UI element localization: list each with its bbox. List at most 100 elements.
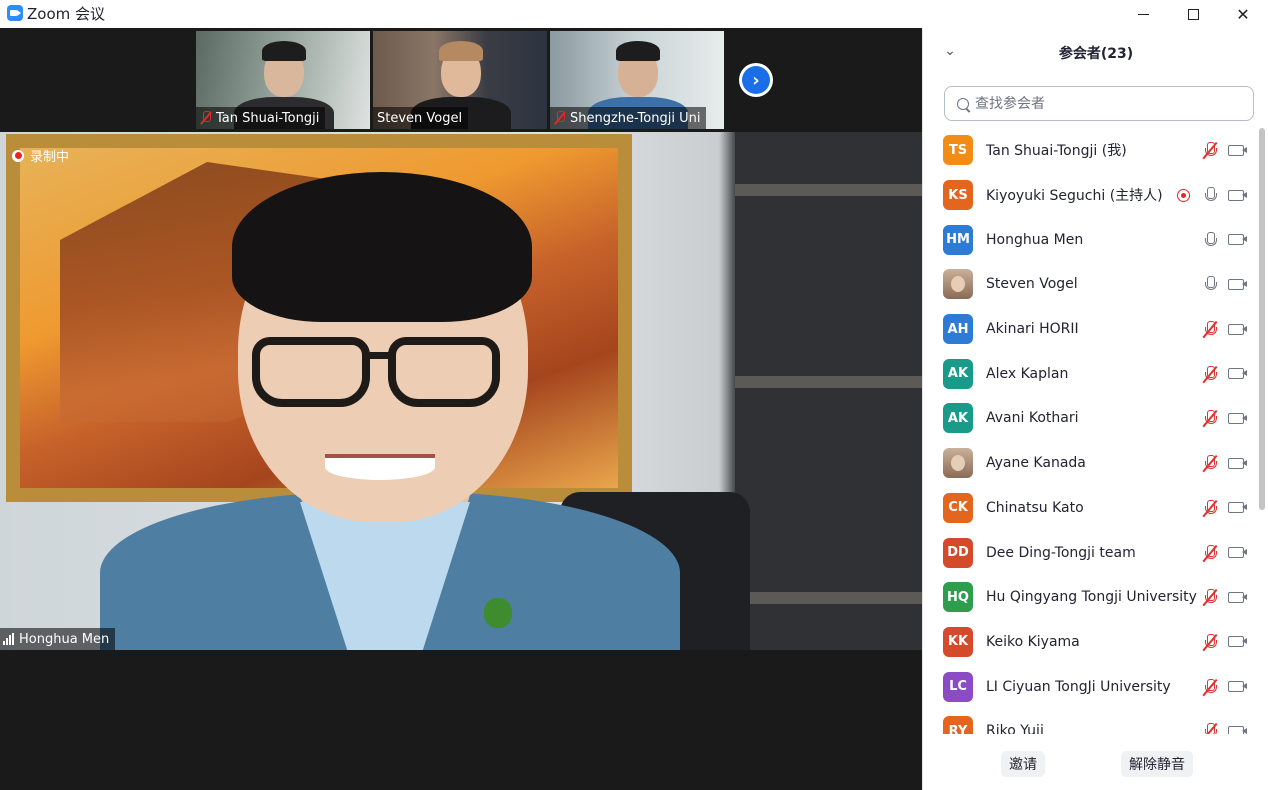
participant-name: Tan Shuai-Tongji (我) [986, 143, 1127, 160]
speaker-name-tag: Honghua Men [0, 628, 116, 650]
avatar: TS [943, 135, 973, 166]
participant-row[interactable]: TS Tan Shuai-Tongji (我) [923, 128, 1257, 173]
avatar: KK [943, 626, 973, 657]
mic-muted-icon[interactable] [1202, 678, 1218, 696]
thumbnail-name: Shengzhe-Tongji Uni [570, 110, 701, 126]
mic-icon[interactable] [1203, 186, 1217, 204]
participant-row[interactable]: Ayane Kanada [923, 441, 1257, 486]
mic-icon[interactable] [1203, 275, 1217, 293]
video-thumbnail[interactable]: Steven Vogel [373, 31, 547, 129]
maximize-icon [1187, 8, 1199, 20]
camera-icon[interactable] [1228, 189, 1247, 201]
participant-name: Hu Qingyang Tongji University [986, 589, 1197, 606]
participant-row[interactable]: HQ Hu Qingyang Tongji University [923, 575, 1257, 620]
participants-panel: ⌄ 参会者(23) TSTan Shuai-Tongji (我)KSKiyoyu… [922, 28, 1268, 790]
thumbnail-name: Steven Vogel [377, 110, 463, 126]
close-icon: ✕ [1236, 4, 1250, 24]
mic-muted-icon[interactable] [1202, 544, 1218, 562]
mic-icon[interactable] [1203, 231, 1217, 249]
unmute-all-button[interactable]: 解除静音 [1121, 751, 1193, 777]
mic-muted-icon[interactable] [1202, 409, 1218, 428]
thumbnail-name-tag: Shengzhe-Tongji Uni [550, 107, 707, 129]
avatar: LC [943, 671, 973, 702]
mic-muted-icon[interactable] [1202, 454, 1218, 473]
scrollbar-thumb[interactable] [1259, 128, 1265, 510]
mic-muted-icon[interactable] [1202, 633, 1218, 651]
avatar: AH [943, 314, 973, 345]
camera-icon[interactable] [1228, 368, 1247, 380]
title-bar: Zoom 会议 ✕ [0, 0, 1268, 28]
minimize-icon [1137, 13, 1149, 15]
camera-icon[interactable] [1228, 681, 1247, 693]
participant-row[interactable]: AK Avani Kothari [923, 396, 1257, 441]
mic-muted-icon[interactable] [1202, 588, 1218, 607]
participant-row[interactable]: LC LI Ciyuan TongJi University [923, 664, 1257, 709]
minimize-button[interactable] [1120, 0, 1166, 28]
participant-name: Steven Vogel [986, 276, 1078, 293]
mic-muted-icon[interactable] [1202, 499, 1218, 517]
maximize-button[interactable] [1170, 0, 1216, 28]
camera-icon[interactable] [1228, 636, 1247, 648]
participant-name: Ayane Kanada [986, 455, 1086, 472]
camera-icon[interactable] [1228, 144, 1247, 156]
participant-row[interactable]: Steven Vogel [923, 262, 1257, 307]
avatar: RY [943, 716, 973, 734]
participant-search[interactable] [944, 86, 1254, 121]
avatar [943, 448, 973, 479]
participant-row[interactable]: KK Keiko Kiyama [923, 620, 1257, 665]
participant-name: Alex Kaplan [986, 365, 1069, 382]
camera-icon[interactable] [1228, 591, 1247, 603]
participant-name: Kiyoyuki Seguchi (主持人) [986, 188, 1163, 205]
participant-row[interactable]: RY Riko Yuii [923, 709, 1257, 734]
participant-name: Avani Kothari [986, 410, 1079, 427]
zoom-logo-icon [7, 5, 23, 21]
participant-row[interactable]: HM Honghua Men [923, 217, 1257, 262]
participant-name: Dee Ding-Tongji team [986, 544, 1136, 561]
active-speaker-video: 录制中 Honghua Men [0, 132, 922, 650]
participant-row[interactable]: AK Alex Kaplan [923, 351, 1257, 396]
participant-row[interactable]: DD Dee Ding-Tongji team [923, 530, 1257, 575]
camera-icon[interactable] [1228, 547, 1247, 559]
participant-name: Chinatsu Kato [986, 499, 1084, 516]
participant-name: Akinari HORII [986, 321, 1079, 338]
avatar: HQ [943, 582, 973, 613]
camera-icon[interactable] [1228, 725, 1247, 734]
avatar [943, 269, 973, 300]
avatar: KS [943, 180, 973, 211]
mic-muted-icon[interactable] [1202, 365, 1218, 383]
close-button[interactable]: ✕ [1220, 0, 1266, 28]
mic-muted-icon[interactable] [1202, 141, 1218, 160]
search-input[interactable] [975, 95, 1235, 112]
camera-icon[interactable] [1228, 412, 1247, 424]
participants-title: 参会者(23) [1058, 46, 1134, 62]
video-thumbnail[interactable]: Tan Shuai-Tongji [196, 31, 370, 129]
video-area: Tan Shuai-Tongji Steven Vogel Shengzhe-T… [0, 28, 922, 790]
camera-icon[interactable] [1228, 457, 1247, 469]
gallery-strip: Tan Shuai-Tongji Steven Vogel Shengzhe-T… [196, 31, 724, 129]
participant-list: TS Tan Shuai-Tongji (我) KS Kiyoyuki Seguchi… [923, 128, 1257, 734]
camera-icon[interactable] [1228, 323, 1247, 335]
participant-name: Honghua Men [986, 231, 1084, 248]
avatar: CK [943, 492, 973, 523]
invite-button[interactable]: 邀请 [1001, 751, 1045, 777]
search-icon [957, 97, 969, 110]
participant-row[interactable]: CK Chinatsu Kato [923, 486, 1257, 531]
avatar: DD [943, 537, 973, 568]
mic-muted-icon[interactable] [1202, 722, 1218, 734]
recording-icon [12, 149, 24, 162]
video-thumbnail[interactable]: Shengzhe-Tongji Uni [550, 31, 724, 129]
panel-footer: 邀请 解除静音 [923, 735, 1268, 790]
participant-row[interactable]: KS Kiyoyuki Seguchi (主持人) [923, 173, 1257, 218]
thumbnail-name: Tan Shuai-Tongji [216, 110, 320, 126]
next-page-button[interactable]: › [739, 63, 773, 97]
camera-icon[interactable] [1228, 234, 1247, 246]
camera-icon[interactable] [1228, 278, 1247, 290]
mic-muted-icon[interactable] [1202, 320, 1218, 339]
mic-muted-icon [554, 111, 566, 125]
participant-name: Riko Yuii [986, 723, 1044, 734]
camera-icon[interactable] [1228, 502, 1247, 514]
avatar: AK [943, 403, 973, 434]
avatar: HM [943, 224, 973, 255]
scrollbar[interactable] [1259, 128, 1265, 734]
participant-row[interactable]: AH Akinari HORII [923, 307, 1257, 352]
